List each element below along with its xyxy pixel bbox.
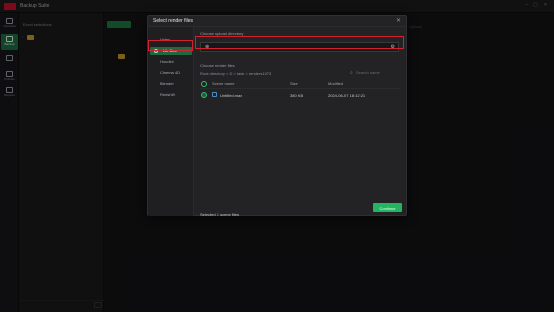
highlight-box-sidebar — [148, 40, 193, 51]
search-icon: ⌕ — [350, 70, 353, 76]
selection-prefix: Selected — [200, 212, 216, 217]
selection-summary: Selected 1 scene files — [200, 212, 239, 218]
search-input[interactable]: ⌕ Search name — [350, 70, 400, 76]
sidebar-item-cinema-4d[interactable]: Cinema 4D — [150, 69, 192, 77]
table-row[interactable]: Untitled.max 380 KB 2024-06-07 18:12:21 — [200, 90, 400, 101]
dialog-header: Select render files ✕ — [148, 16, 406, 27]
continue-button[interactable]: Continue — [373, 203, 402, 212]
breadcrumb[interactable]: Root directory > D > task > renders1073 — [200, 71, 271, 76]
file-icon — [212, 92, 217, 97]
column-header-modified[interactable]: Modified — [328, 79, 343, 89]
dialog-title: Select render files — [153, 18, 194, 24]
cell-size: 380 KB — [290, 93, 304, 98]
row-checkbox[interactable] — [201, 92, 207, 98]
sidebar-item-houdini[interactable]: Houdini — [150, 58, 192, 66]
sidebar-item-redshift[interactable]: Redshift — [150, 91, 192, 99]
render-files-heading: Choose render files — [200, 63, 235, 68]
cell-name: Untitled.max — [220, 93, 243, 98]
highlight-box-directory — [195, 36, 404, 49]
file-table-header: Scene name Size Modified — [200, 79, 400, 89]
column-header-name[interactable]: Scene name — [212, 79, 234, 89]
dialog-sidebar: Video Lib files Houdini Cinema 4D Blende… — [148, 27, 194, 216]
select-all-checkbox[interactable] — [201, 81, 207, 87]
selection-count: 1 — [216, 212, 219, 217]
close-icon[interactable]: ✕ — [396, 18, 401, 24]
selection-suffix: scene files — [220, 212, 239, 217]
dialog-content: Choose upload directory ⊕ ⚙ Choose rende… — [194, 27, 406, 218]
column-header-size[interactable]: Size — [290, 79, 298, 89]
search-placeholder: Search name — [356, 70, 380, 75]
sidebar-item-blender[interactable]: Blender — [150, 80, 192, 88]
cell-modified: 2024-06-07 18:12:21 — [328, 93, 366, 98]
